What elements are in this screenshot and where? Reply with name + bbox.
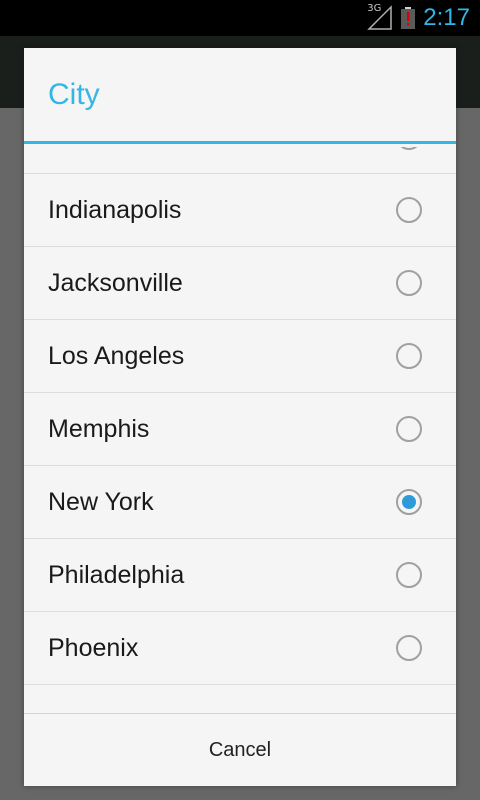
- city-label: Los Angeles: [48, 341, 185, 370]
- city-label: Jacksonville: [48, 268, 183, 297]
- status-bar: 3G 2:17: [0, 0, 480, 36]
- city-label: Houston: [48, 147, 141, 152]
- city-list-items: Houston Indianapolis Jacksonville Los Angel…: [24, 147, 456, 685]
- list-item[interactable]: Houston: [24, 147, 456, 174]
- dialog-button-bar: Cancel: [24, 713, 456, 786]
- radio-button[interactable]: [396, 197, 422, 223]
- cancel-button[interactable]: Cancel: [24, 714, 456, 786]
- radio-button[interactable]: [396, 416, 422, 442]
- dialog-title: City: [24, 48, 456, 144]
- battery-low-icon: [401, 7, 416, 29]
- list-item[interactable]: New York: [24, 466, 456, 539]
- signal-icon: 3G: [367, 3, 393, 31]
- city-label: Phoenix: [48, 633, 139, 662]
- list-item[interactable]: Indianapolis: [24, 174, 456, 247]
- status-icons: 3G 2:17: [367, 0, 470, 36]
- list-item[interactable]: Memphis: [24, 393, 456, 466]
- radio-button[interactable]: [396, 562, 422, 588]
- city-label: Memphis: [48, 414, 150, 443]
- city-label: Indianapolis: [48, 195, 182, 224]
- radio-button[interactable]: [396, 270, 422, 296]
- clock: 2:17: [423, 4, 470, 31]
- list-item[interactable]: Phoenix: [24, 612, 456, 685]
- network-type-label: 3G: [367, 3, 382, 14]
- city-label: Philadelphia: [48, 560, 185, 589]
- radio-button-checked[interactable]: [396, 489, 422, 515]
- city-list[interactable]: Houston Indianapolis Jacksonville Los Angel…: [24, 147, 456, 713]
- list-item[interactable]: Los Angeles: [24, 320, 456, 393]
- city-label: New York: [48, 487, 154, 516]
- list-item[interactable]: Jacksonville: [24, 247, 456, 320]
- list-item[interactable]: Philadelphia: [24, 539, 456, 612]
- radio-button[interactable]: [396, 147, 422, 150]
- radio-button[interactable]: [396, 343, 422, 369]
- city-picker-dialog: City Houston Indianapolis Jacksonville Los …: [24, 48, 456, 786]
- radio-button[interactable]: [396, 635, 422, 661]
